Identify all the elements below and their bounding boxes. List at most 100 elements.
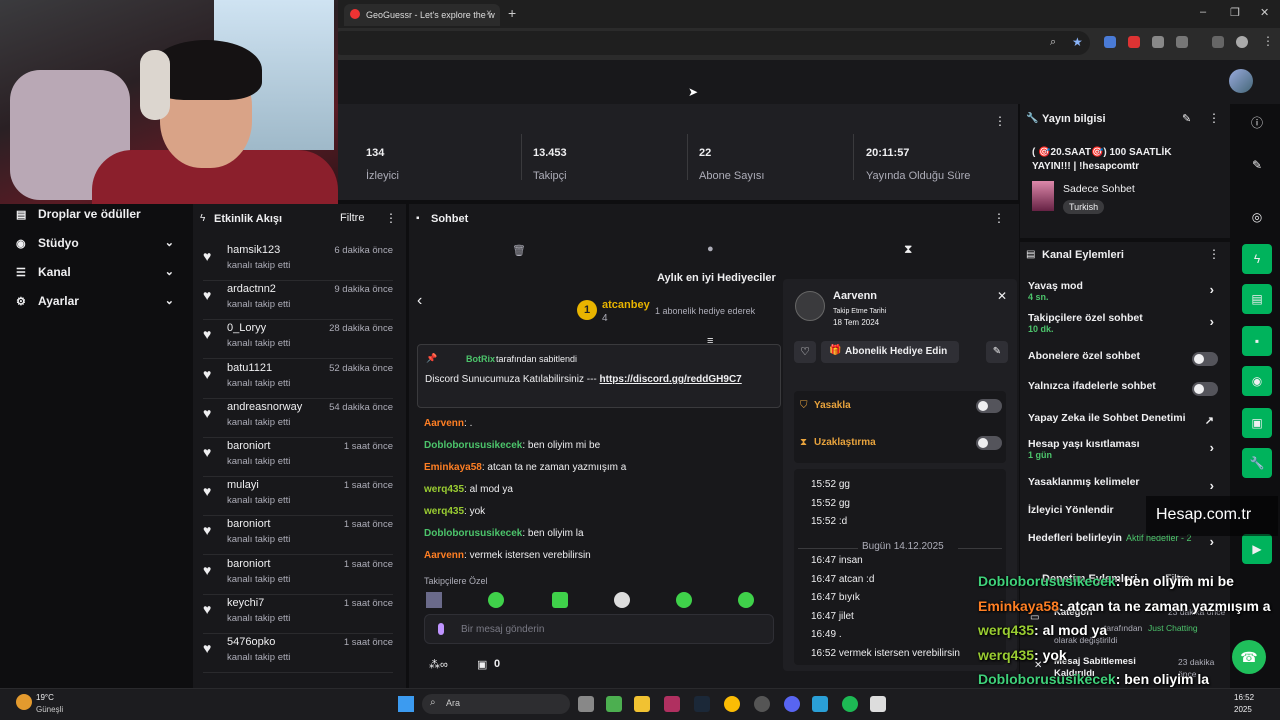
maximize-button[interactable]: ❐ [1230,6,1240,19]
chat-username[interactable]: Eminkaya58 [424,462,482,473]
ban-toggle[interactable] [976,399,1002,413]
activity-filter-button[interactable]: Filtre [340,212,364,224]
chat-username[interactable]: werq435 [424,506,464,517]
emote[interactable] [552,592,568,608]
info-menu-icon[interactable]: ⋮ [1208,111,1220,125]
bookmark-star-icon[interactable]: ★ [1072,35,1083,49]
discord-icon[interactable] [784,696,800,712]
activity-username[interactable]: 0_Loryy [227,322,266,334]
gift-sub-button[interactable]: 🎁 Abonelik Hediye Edin [821,341,959,363]
emote[interactable] [676,592,692,608]
notes-action-icon[interactable]: ▤ [1242,284,1272,314]
chat-username[interactable]: Aarvenn [424,550,464,561]
minecraft-icon[interactable] [606,696,622,712]
chat-username[interactable]: Aarvenn [424,418,464,429]
taskbar-search[interactable]: ⌕ Ara [422,694,570,714]
browser-tab[interactable]: GeoGuessr - Let's explore the w [344,4,500,26]
chat-username[interactable]: Dobloborususikecek [424,440,522,451]
activity-username[interactable]: batu1121 [227,362,272,374]
activity-username[interactable]: ardactnn2 [227,283,276,295]
user-card-name[interactable]: Aarvenn [833,290,877,302]
nav-settings[interactable]: ⚙ Ayarlar ⌄ [16,294,186,314]
channel-action-row[interactable]: Yalnızca ifadelerle sohbet [1028,380,1224,400]
channel-action-row[interactable]: Yavaş mod 4 sn. › [1028,280,1224,302]
youtube-extension-icon[interactable] [1128,36,1140,48]
stats-menu-icon[interactable]: ⋮ [994,114,1006,128]
timeout-toggle[interactable] [976,436,1002,450]
edit-icon[interactable]: ✎ [1182,112,1191,125]
extension-icon[interactable] [1104,36,1116,48]
chat-username[interactable]: Dobloborususikecek [424,528,522,539]
new-tab-button[interactable]: + [508,5,516,21]
activity-username[interactable]: andreasnorway [227,401,302,413]
tag-pill[interactable]: Turkish [1063,200,1105,214]
chat-action-icon[interactable]: ▪ [1242,326,1272,356]
back-chevron-icon[interactable]: ‹ [417,292,422,310]
broadcast-action-icon[interactable]: ◉ [1242,366,1272,396]
task-view-icon[interactable] [578,696,594,712]
activity-item[interactable]: ♥ ardactnn2 kanalı takip etti 9 dakika önce [203,281,393,321]
activity-item[interactable]: ♥ baroniort kanalı takip etti 1 saat önce [203,438,393,477]
emote[interactable] [614,592,630,608]
activity-item[interactable]: ♥ hamsik123 kanalı takip etti 6 dakika önce [203,242,393,281]
zoom-icon[interactable]: ⌕ [1050,36,1056,49]
category-name[interactable]: Sadece Sohbet [1063,183,1135,195]
action-toggle[interactable] [1192,352,1218,366]
channel-action-row[interactable]: Takipçilere özel sohbet 10 dk. › [1028,312,1224,334]
activity-item[interactable]: ♥ baroniort kanalı takip etti 1 saat önce [203,556,393,595]
steam-icon[interactable] [694,696,710,712]
minimize-button[interactable]: – [1200,6,1206,18]
info-icon[interactable]: ⓘ [1242,108,1272,138]
emote[interactable] [426,592,442,608]
activity-item[interactable]: ♥ 5476opko kanalı takip etti 1 saat önce [203,634,393,673]
user-avatar[interactable] [1229,69,1253,93]
nav-studio[interactable]: ◉ Stüdyo ⌄ [16,236,186,256]
chat-bubble-icon[interactable]: ● [707,243,714,255]
activity-item[interactable]: ♥ baroniort kanalı takip etti 1 saat önce [203,516,393,556]
close-icon[interactable]: ✕ [997,289,1007,303]
activity-item[interactable]: ♥ mulayi kanalı takip etti 1 saat önce [203,477,393,517]
activity-username[interactable]: 5476opko [227,636,275,648]
activity-username[interactable]: baroniort [227,518,270,530]
camera-icon[interactable]: ◎ [1242,202,1272,232]
nav-drops[interactable]: ▤ Droplar ve ödüller [16,207,186,227]
wrench-action-icon[interactable]: 🔧 [1242,448,1272,478]
channel-action-row[interactable]: Yasaklanmış kelimeler › [1028,476,1224,496]
shield-extension-icon[interactable] [1152,36,1164,48]
heart-icon[interactable]: ♡ [794,341,816,363]
menu-icon[interactable]: ⋮ [1262,34,1274,48]
tab-close-icon[interactable]: × [486,8,492,19]
channel-points-icon[interactable]: ⁂∞ [429,658,448,671]
activity-username[interactable]: baroniort [227,558,270,570]
activity-item[interactable]: ♥ andreasnorway kanalı takip etti 54 dakika… [203,399,393,438]
media-action-icon[interactable]: ▶ [1242,534,1272,564]
channel-action-row[interactable]: Hesap yaşı kısıtlaması 1 gün › [1028,438,1224,460]
visual-studio-icon[interactable] [664,696,680,712]
puzzle-extension-icon[interactable] [1176,36,1188,48]
address-bar[interactable] [330,31,1090,55]
pinned-link[interactable]: https://discord.gg/reddGH9C7 [600,374,742,385]
mic-icon[interactable] [438,623,444,635]
spotify-icon[interactable] [842,696,858,712]
chrome-icon[interactable] [724,696,740,712]
app-icon[interactable] [812,696,828,712]
activity-username[interactable]: baroniort [227,440,270,452]
channel-action-row[interactable]: Yapay Zeka ile Sohbet Denetimi ↗ [1028,412,1224,432]
file-explorer-icon[interactable] [634,696,650,712]
support-headset-icon[interactable]: ☎ [1232,640,1266,674]
chat-username[interactable]: werq435 [424,484,464,495]
chat-menu-icon[interactable]: ⋮ [993,211,1005,225]
reading-list-icon[interactable] [1212,36,1224,48]
store-icon[interactable]: ▣ [477,658,487,671]
emote[interactable] [738,592,754,608]
close-window-button[interactable]: ✕ [1260,6,1269,19]
gifter-name[interactable]: atcanbey [602,299,650,311]
profile-icon[interactable] [1236,36,1248,48]
emote[interactable] [488,592,504,608]
event1-category[interactable]: Just Chatting [1148,623,1198,633]
layout-action-icon[interactable]: ▣ [1242,408,1272,438]
chat-input[interactable]: Bir mesaj gönderin [424,614,774,644]
nav-channel[interactable]: ☰ Kanal ⌄ [16,265,186,285]
trash-icon[interactable]: 🗑 [512,244,526,257]
whisper-icon[interactable]: ✎ [986,341,1008,363]
